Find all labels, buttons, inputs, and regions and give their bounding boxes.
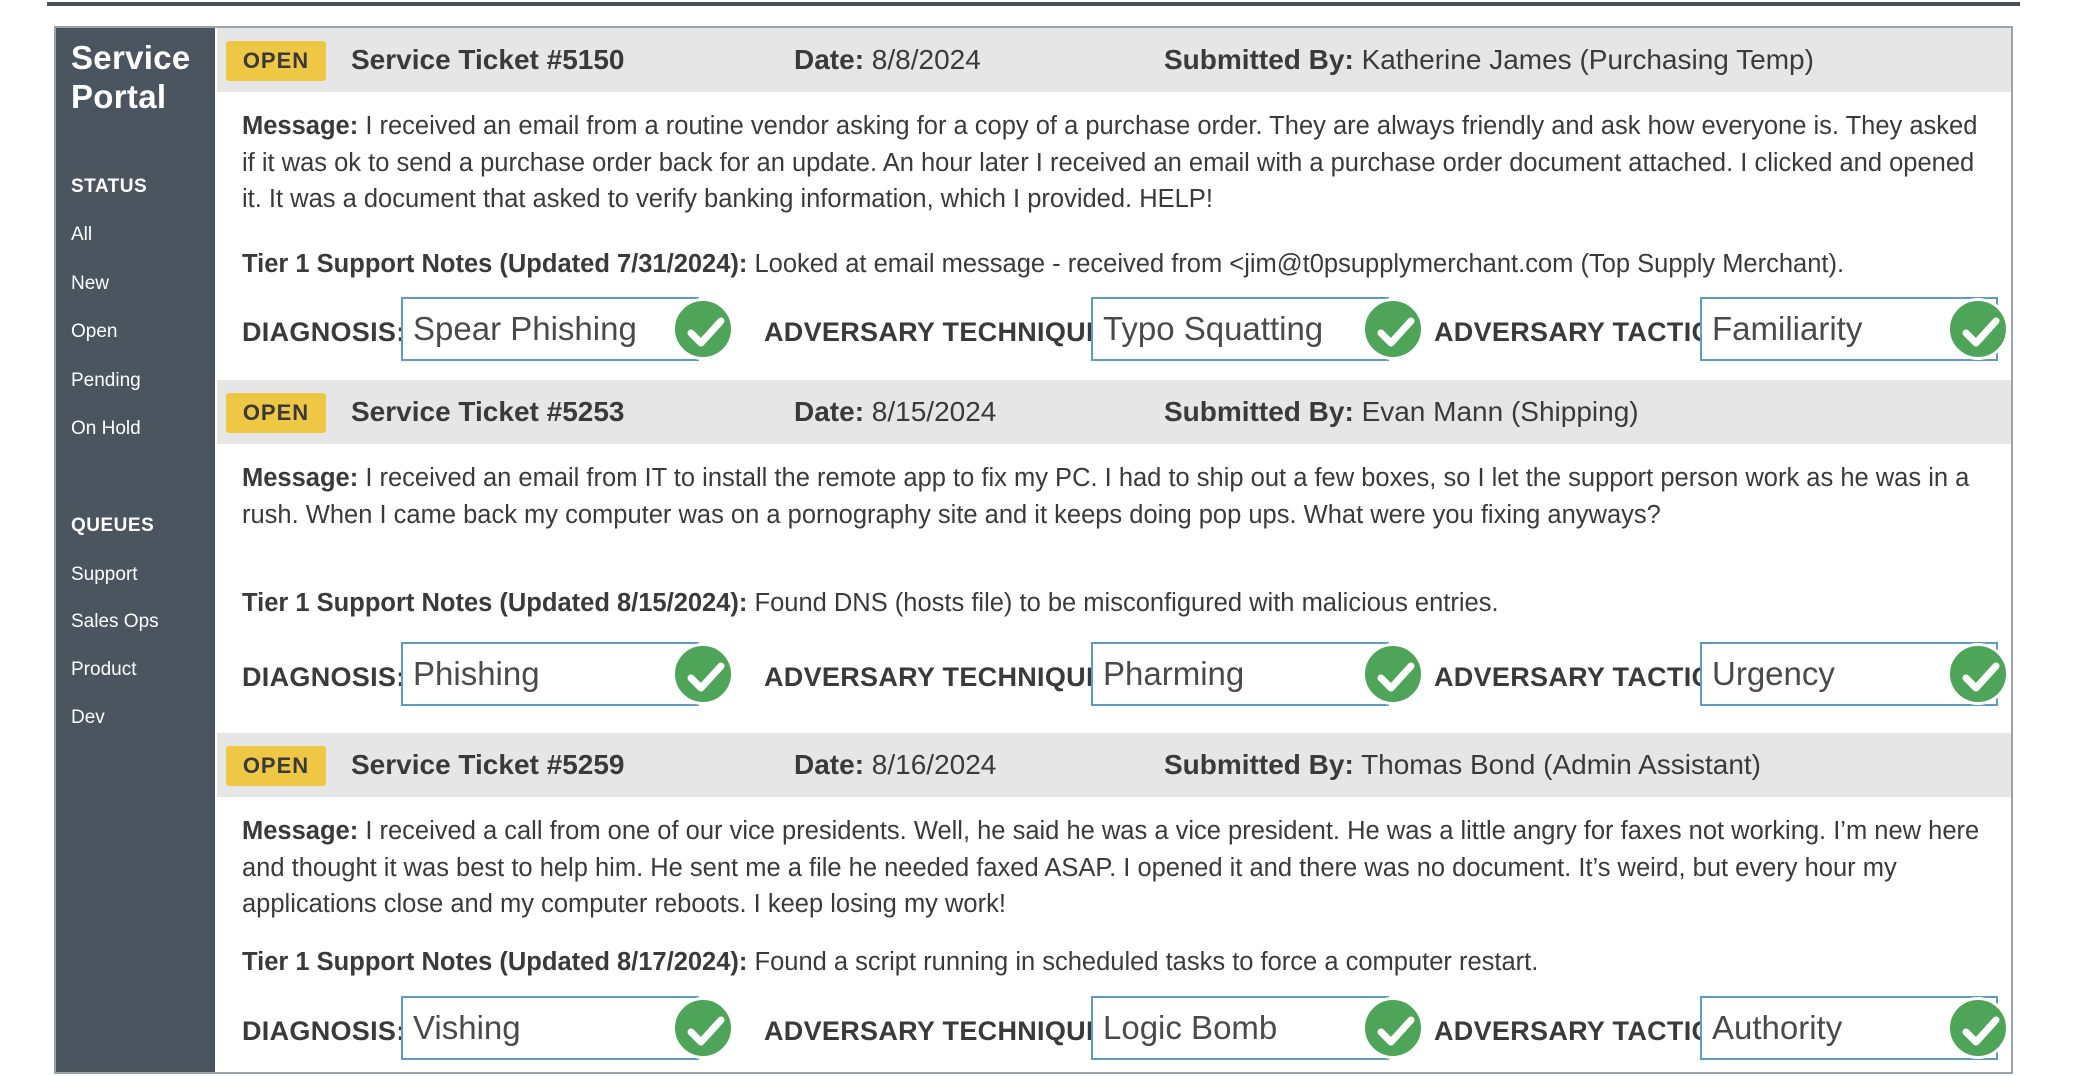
check-icon	[672, 298, 734, 360]
portal-title-line2: Portal	[71, 78, 167, 115]
sidebar-item-on-hold[interactable]: On Hold	[71, 418, 141, 440]
notes-text: Looked at email message - received from …	[754, 250, 1845, 278]
check-icon	[1362, 298, 1424, 360]
submitted-by-label: Submitted By:	[1164, 44, 1354, 75]
notes-label: Tier 1 Support Notes (Updated 7/31/2024)…	[242, 250, 748, 278]
status-badge: OPEN	[226, 41, 326, 81]
notes-label: Tier 1 Support Notes (Updated 8/17/2024)…	[242, 948, 748, 976]
status-badge: OPEN	[226, 746, 326, 786]
ticket-date: Date: 8/8/2024	[794, 44, 981, 76]
check-icon	[1947, 298, 2009, 360]
sidebar-item-dev[interactable]: Dev	[71, 707, 105, 729]
status-heading: STATUS	[71, 176, 148, 197]
ticket-date: Date: 8/15/2024	[794, 396, 996, 428]
ticket-submitter: Submitted By: Thomas Bond (Admin Assista…	[1164, 749, 1761, 781]
diagnosis-label: DIAGNOSIS:	[242, 317, 406, 347]
ticket-title: Service Ticket #5253	[351, 396, 625, 427]
ticket-submitter: Submitted By: Evan Mann (Shipping)	[1164, 396, 1639, 428]
check-icon	[1947, 997, 2009, 1059]
check-icon	[1362, 997, 1424, 1059]
date-value: 8/16/2024	[871, 749, 997, 780]
technique-label: ADVERSARY TECHNIQUE:	[764, 1016, 1114, 1046]
sidebar-item-product[interactable]: Product	[71, 659, 136, 681]
sidebar: Service Portal STATUS All New Open Pendi…	[56, 28, 215, 1072]
message-text: I received an email from IT to install t…	[242, 464, 1970, 529]
ticket-title: Service Ticket #5150	[351, 44, 625, 75]
sidebar-item-pending[interactable]: Pending	[71, 370, 141, 392]
message-text: I received an email from a routine vendo…	[242, 112, 1978, 213]
sidebar-item-new[interactable]: New	[71, 273, 109, 295]
tactic-label: ADVERSARY TACTIC:	[1434, 662, 1721, 692]
sidebar-item-open[interactable]: Open	[71, 321, 117, 343]
queues-heading: QUEUES	[71, 515, 155, 536]
diagnosis-label: DIAGNOSIS:	[242, 1016, 406, 1046]
message-text: I received a call from one of our vice p…	[242, 817, 1980, 918]
ticket-card: OPEN Service Ticket #5259 Date: 8/16/202…	[217, 733, 2011, 1072]
ticket-message: Message: I received an email from IT to …	[242, 460, 1992, 533]
technique-answer[interactable]: Typo Squatting	[1091, 297, 1389, 361]
date-label: Date:	[794, 749, 865, 780]
message-label: Message:	[242, 112, 359, 140]
submitted-by-value: Katherine James (Purchasing Temp)	[1361, 44, 1814, 75]
portal-title-line1: Service	[71, 39, 191, 76]
diagnosis-answer[interactable]: Vishing	[401, 996, 699, 1060]
date-value: 8/15/2024	[871, 396, 997, 427]
submitted-by-label: Submitted By:	[1164, 396, 1354, 427]
ticket-header: OPEN Service Ticket #5150 Date: 8/8/2024…	[217, 28, 2011, 92]
tactic-label: ADVERSARY TACTIC:	[1434, 1016, 1721, 1046]
notes-text: Found a script running in scheduled task…	[754, 948, 1539, 976]
check-icon	[1362, 643, 1424, 705]
sidebar-item-sales-ops[interactable]: Sales Ops	[71, 611, 159, 633]
diagnosis-label: DIAGNOSIS:	[242, 662, 406, 692]
technique-label: ADVERSARY TECHNIQUE:	[764, 317, 1114, 347]
status-badge: OPEN	[226, 393, 326, 433]
portal-title: Service Portal	[71, 38, 191, 116]
ticket-message: Message: I received a call from one of o…	[242, 813, 1992, 923]
notes-label: Tier 1 Support Notes (Updated 8/15/2024)…	[242, 589, 748, 617]
ticket-date: Date: 8/16/2024	[794, 749, 996, 781]
submitted-by-label: Submitted By:	[1164, 749, 1354, 780]
sidebar-item-support[interactable]: Support	[71, 564, 138, 586]
support-notes: Tier 1 Support Notes (Updated 8/15/2024)…	[242, 586, 2002, 620]
tactic-label: ADVERSARY TACTIC:	[1434, 317, 1721, 347]
ticket-header: OPEN Service Ticket #5259 Date: 8/16/202…	[217, 733, 2011, 797]
technique-answer[interactable]: Logic Bomb	[1091, 996, 1389, 1060]
support-notes: Tier 1 Support Notes (Updated 7/31/2024)…	[242, 247, 2002, 281]
date-value: 8/8/2024	[871, 44, 981, 75]
check-icon	[672, 643, 734, 705]
check-icon	[672, 997, 734, 1059]
submitted-by-value: Thomas Bond (Admin Assistant)	[1361, 749, 1762, 780]
message-label: Message:	[242, 464, 359, 492]
check-icon	[1947, 643, 2009, 705]
ticket-card: OPEN Service Ticket #5150 Date: 8/8/2024…	[217, 28, 2011, 376]
ticket-header: OPEN Service Ticket #5253 Date: 8/15/202…	[217, 380, 2011, 444]
date-label: Date:	[794, 396, 865, 427]
message-label: Message:	[242, 817, 359, 845]
support-notes: Tier 1 Support Notes (Updated 8/17/2024)…	[242, 945, 2002, 979]
diagnosis-answer[interactable]: Phishing	[401, 642, 699, 706]
submitted-by-value: Evan Mann (Shipping)	[1361, 396, 1639, 427]
technique-label: ADVERSARY TECHNIQUE:	[764, 662, 1114, 692]
sidebar-item-all[interactable]: All	[71, 224, 92, 246]
notes-text: Found DNS (hosts file) to be misconfigur…	[754, 589, 1499, 617]
technique-answer[interactable]: Pharming	[1091, 642, 1389, 706]
top-divider	[47, 2, 2020, 6]
date-label: Date:	[794, 44, 865, 75]
ticket-title: Service Ticket #5259	[351, 749, 625, 780]
ticket-card: OPEN Service Ticket #5253 Date: 8/15/202…	[217, 380, 2011, 728]
ticket-message: Message: I received an email from a rout…	[242, 108, 1992, 218]
diagnosis-answer[interactable]: Spear Phishing	[401, 297, 699, 361]
ticket-submitter: Submitted By: Katherine James (Purchasin…	[1164, 44, 1814, 76]
